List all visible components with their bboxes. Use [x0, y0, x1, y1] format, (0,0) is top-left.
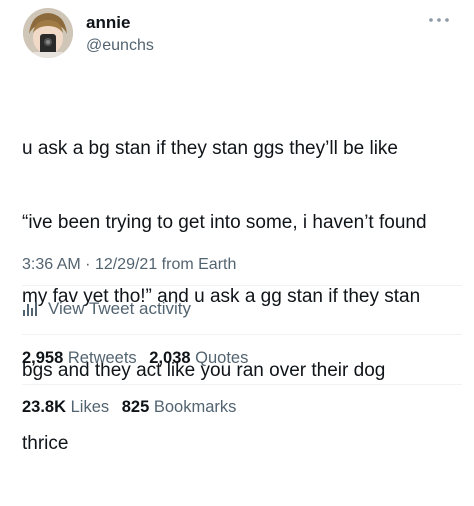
- avatar-image: [23, 8, 73, 58]
- meta-separator: ·: [85, 256, 91, 273]
- view-tweet-activity-link[interactable]: View Tweet activity: [22, 298, 191, 320]
- likes-stat[interactable]: 23.8K Likes: [22, 398, 109, 416]
- tweet-text-line: u ask a bg stan if they stan ggs they’ll…: [22, 138, 398, 160]
- divider: [22, 384, 462, 385]
- tweet-timestamp: 3:36 AM · 12/29/21 from Earth: [22, 256, 236, 274]
- tweet-text-line: thrice: [22, 433, 69, 455]
- quotes-count: 2,038: [149, 349, 191, 367]
- likes-bookmarks-stats: 23.8K Likes 825 Bookmarks: [22, 398, 244, 417]
- retweet-quote-stats: 2,958 Retweets 2,038 Quotes: [22, 349, 256, 368]
- tweet-time[interactable]: 3:36 AM: [22, 256, 81, 273]
- likes-label: Likes: [70, 398, 110, 416]
- tweet-source: from Earth: [161, 256, 237, 273]
- quotes-stat[interactable]: 2,038 Quotes: [149, 349, 248, 367]
- bookmarks-label: Bookmarks: [153, 398, 237, 416]
- retweets-stat[interactable]: 2,958 Retweets: [22, 349, 137, 367]
- bookmarks-count: 825: [121, 398, 150, 416]
- tweet-text-line: “ive been trying to get into some, i hav…: [22, 211, 427, 233]
- divider: [22, 334, 462, 335]
- tweet-text: u ask a bg stan if they stan ggs they’ll…: [22, 88, 462, 506]
- view-tweet-activity-label: View Tweet activity: [48, 299, 191, 318]
- avatar[interactable]: [23, 8, 73, 58]
- more-options-icon[interactable]: [426, 14, 452, 26]
- divider: [22, 285, 462, 286]
- quotes-label: Quotes: [195, 349, 249, 367]
- author-name[interactable]: annie: [86, 13, 130, 33]
- tweet-date[interactable]: 12/29/21: [95, 256, 157, 273]
- retweets-count: 2,958: [22, 349, 64, 367]
- author-handle[interactable]: @eunchs: [86, 37, 154, 55]
- tweet-card: annie @eunchs u ask a bg stan if they st…: [0, 0, 474, 454]
- retweets-label: Retweets: [67, 349, 137, 367]
- bar-chart-icon: [23, 302, 37, 316]
- likes-count: 23.8K: [22, 398, 67, 416]
- bookmarks-stat[interactable]: 825 Bookmarks: [122, 398, 237, 416]
